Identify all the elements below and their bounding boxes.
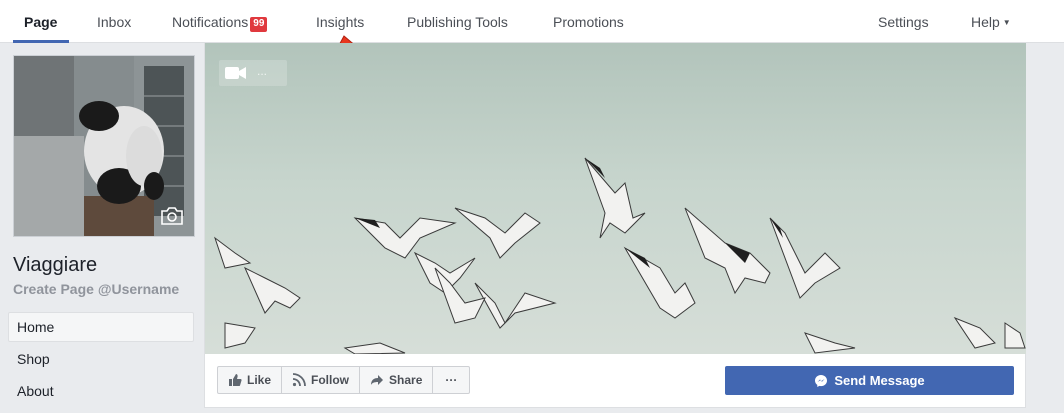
active-tab-indicator xyxy=(13,40,69,43)
cover-video-button[interactable]: ... xyxy=(219,60,287,86)
more-options-button[interactable]: ··· xyxy=(433,367,469,393)
page-action-bar: Like Follow Share ··· xyxy=(217,366,471,394)
tab-page-label: Page xyxy=(24,14,58,30)
chevron-down-icon: ▼ xyxy=(1002,18,1011,27)
tab-help[interactable]: Help ▼ xyxy=(971,0,1011,43)
cover-photo[interactable]: ... xyxy=(205,43,1026,354)
tab-publishing-tools-label: Publishing Tools xyxy=(407,14,508,30)
tab-settings[interactable]: Settings xyxy=(878,0,929,43)
notifications-badge: 99 xyxy=(250,17,268,32)
follow-button[interactable]: Follow xyxy=(282,367,361,393)
like-label: Like xyxy=(247,373,272,387)
cover-card: ... Like Follow Share ··· Send Message xyxy=(204,43,1026,408)
tab-settings-label: Settings xyxy=(878,14,929,30)
send-message-button[interactable]: Send Message xyxy=(725,366,1014,395)
camera-icon[interactable] xyxy=(160,206,184,226)
share-label: Share xyxy=(389,373,423,387)
tab-notifications[interactable]: Notifications 99 xyxy=(172,0,268,43)
tab-insights-label: Insights xyxy=(316,14,365,30)
tab-inbox-label: Inbox xyxy=(97,14,132,30)
tab-publishing-tools[interactable]: Publishing Tools xyxy=(407,0,508,43)
follow-icon xyxy=(292,373,306,387)
tab-notifications-label: Notifications xyxy=(172,14,249,30)
sidebar-item-home[interactable]: Home xyxy=(8,312,194,342)
video-icon xyxy=(225,67,246,79)
tab-inbox[interactable]: Inbox xyxy=(97,0,131,43)
sidebar-item-label: About xyxy=(17,383,54,399)
more-options-label: ··· xyxy=(445,373,458,387)
send-message-label: Send Message xyxy=(834,373,925,388)
create-username-link[interactable]: Create Page @Username xyxy=(13,281,179,297)
page-name[interactable]: Viaggiare xyxy=(13,254,97,277)
messenger-icon xyxy=(815,374,828,387)
sidebar-item-about[interactable]: About xyxy=(8,376,194,406)
share-button[interactable]: Share xyxy=(360,367,434,393)
share-icon xyxy=(371,375,384,385)
follow-label: Follow xyxy=(311,373,350,387)
page-top-nav: Page Inbox Notifications 99 Insights Publ… xyxy=(0,0,1064,43)
video-label: ... xyxy=(257,64,268,78)
like-icon xyxy=(229,374,242,386)
tab-promotions[interactable]: Promotions xyxy=(553,0,624,43)
tab-page[interactable]: Page xyxy=(24,0,57,43)
profile-picture[interactable] xyxy=(13,55,195,237)
tab-help-label: Help xyxy=(971,14,1000,30)
sidebar-item-shop[interactable]: Shop xyxy=(8,344,194,374)
tab-promotions-label: Promotions xyxy=(553,14,624,30)
like-button[interactable]: Like xyxy=(218,367,283,393)
sidebar-item-label: Shop xyxy=(17,351,50,367)
sidebar-item-label: Home xyxy=(17,319,55,335)
cover-photo-image xyxy=(214,157,1026,354)
